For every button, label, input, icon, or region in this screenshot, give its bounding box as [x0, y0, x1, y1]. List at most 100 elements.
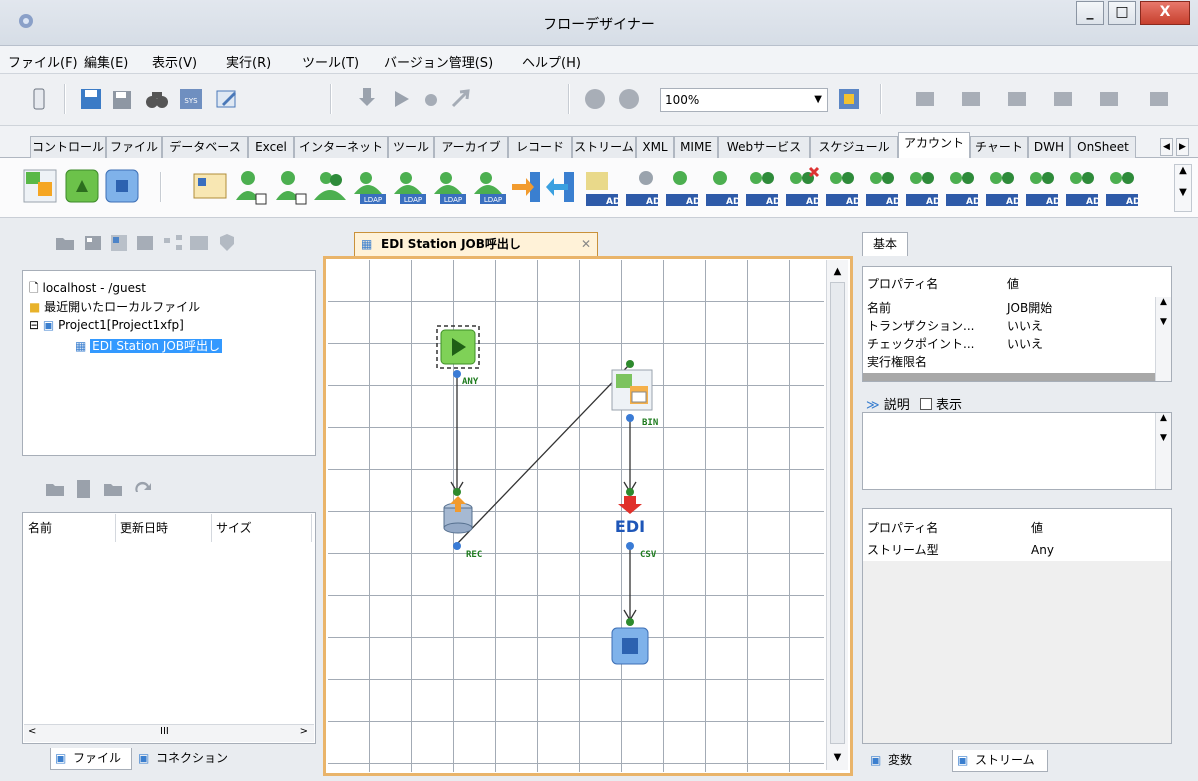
stream-row[interactable]: ストリーム型 Any	[863, 541, 1155, 559]
close-tab-icon[interactable]: ✕	[581, 233, 591, 255]
project-icon[interactable]	[82, 232, 104, 254]
back-icon[interactable]	[582, 86, 608, 112]
align-center-icon[interactable]	[958, 86, 984, 112]
tab-internet[interactable]: インターネット	[294, 136, 388, 158]
palette-scroll[interactable]: ▲ ▼	[1174, 164, 1192, 212]
folder-export-icon[interactable]	[102, 478, 124, 500]
table-tool-icon[interactable]	[188, 232, 210, 254]
ad-members-icon[interactable]: AD	[942, 164, 982, 210]
tree-flow[interactable]: ▦ EDI Station JOB呼出し	[75, 337, 223, 354]
db-read-node[interactable]	[436, 494, 480, 538]
align-left-icon[interactable]	[912, 86, 938, 112]
minimize-button[interactable]: _	[1076, 1, 1104, 25]
end-palette-icon[interactable]	[102, 164, 142, 210]
property-row[interactable]: 実行権限名	[863, 353, 1155, 371]
maximize-button[interactable]: □	[1108, 1, 1136, 25]
user-key-icon[interactable]	[270, 164, 310, 210]
tab-webservice[interactable]: Webサービス	[718, 136, 810, 158]
column-modified[interactable]: 更新日時	[116, 514, 212, 542]
system-icon[interactable]: SYS	[178, 86, 204, 112]
ad-group-new-icon[interactable]: AD	[862, 164, 902, 210]
end-node[interactable]	[608, 624, 652, 668]
tree-recent[interactable]: ■ 最近開いたローカルファイル	[29, 298, 200, 315]
tab-xml[interactable]: XML	[636, 136, 674, 158]
editor-tab[interactable]: ▦ EDI Station JOB呼出し ✕	[354, 232, 598, 256]
tab-scroll-left[interactable]: ◀	[1160, 138, 1173, 156]
tab-file[interactable]: ファイル	[106, 136, 162, 158]
close-button[interactable]: X	[1140, 1, 1190, 25]
property-row[interactable]: チェックポイント... いいえ	[863, 335, 1155, 353]
menu-edit[interactable]: 編集(E)	[84, 52, 128, 71]
ad-user-icon[interactable]: AD	[582, 164, 622, 210]
ad-user-new-icon[interactable]: AD	[662, 164, 702, 210]
tab-connection[interactable]: ▣ コネクション	[134, 748, 230, 770]
save-as-icon[interactable]	[110, 86, 136, 112]
folder-open-icon[interactable]	[44, 478, 66, 500]
tab-control[interactable]: コントロール	[30, 136, 106, 158]
ad-group-modify-icon[interactable]: AD	[1022, 164, 1062, 210]
tab-database[interactable]: データベース	[162, 136, 248, 158]
tab-excel[interactable]: Excel	[248, 136, 294, 158]
flow-icon[interactable]	[108, 232, 130, 254]
play-icon[interactable]	[388, 86, 414, 112]
tab-account[interactable]: アカウント	[898, 132, 970, 159]
menu-file[interactable]: ファイル(F)	[8, 52, 78, 71]
ad-group-star-icon[interactable]: AD	[982, 164, 1022, 210]
expand-icon[interactable]: ≫	[866, 398, 880, 413]
ad-group-all-icon[interactable]: AD	[1102, 164, 1142, 210]
property-row[interactable]: トランザクション... いいえ	[863, 317, 1155, 335]
property-row[interactable]: 名前 JOB開始	[863, 299, 1155, 317]
canvas-vscroll[interactable]: ▲ ▼	[826, 260, 848, 770]
description-area[interactable]: ▲ ▼	[862, 412, 1172, 490]
ad-group-delete-icon[interactable]: AD	[782, 164, 822, 210]
tab-stream-props[interactable]: ▣ ストリーム	[952, 750, 1048, 772]
property-vscroll[interactable]: ▲ ▼	[1155, 297, 1171, 381]
tab-files[interactable]: ▣ ファイル	[50, 748, 132, 770]
debug-icon[interactable]	[418, 86, 444, 112]
column-size[interactable]: サイズ	[212, 514, 312, 542]
mapper-tool-icon[interactable]	[134, 232, 156, 254]
menu-help[interactable]: ヘルプ(H)	[522, 52, 581, 71]
ad-key-icon[interactable]: AD	[622, 164, 662, 210]
tab-stream[interactable]: ストリーム	[572, 136, 636, 158]
tab-basic[interactable]: 基本	[862, 232, 908, 256]
align-top-icon[interactable]	[1050, 86, 1076, 112]
account-card-icon[interactable]	[190, 164, 230, 210]
save-icon[interactable]	[78, 86, 104, 112]
hierarchy-icon[interactable]	[162, 232, 184, 254]
find-icon[interactable]	[144, 86, 170, 112]
new-icon[interactable]	[26, 86, 52, 112]
ldap-search-icon[interactable]: LDAP	[390, 164, 430, 210]
menu-view[interactable]: 表示(V)	[152, 52, 197, 71]
tree-project[interactable]: ⊟ ▣ Project1[Project1xfp]	[29, 318, 184, 332]
users-import-icon[interactable]	[310, 164, 350, 210]
edit-icon[interactable]	[214, 86, 240, 112]
tab-chart[interactable]: チャート	[970, 136, 1028, 158]
tab-mime[interactable]: MIME	[674, 136, 718, 158]
tab-onsheet[interactable]: OnSheet	[1070, 136, 1136, 158]
fit-icon[interactable]	[836, 86, 862, 112]
breakpoint-icon[interactable]	[448, 86, 474, 112]
tab-tool[interactable]: ツール	[388, 136, 434, 158]
tab-archive[interactable]: アーカイブ	[434, 136, 508, 158]
ad-group-user-icon[interactable]: AD	[1062, 164, 1102, 210]
zoom-select[interactable]: 100% ▼	[660, 88, 828, 112]
ad-group-edit-icon[interactable]: AD	[902, 164, 942, 210]
start-palette-icon[interactable]	[62, 164, 102, 210]
open-folder-icon[interactable]	[54, 232, 76, 254]
tab-record[interactable]: レコード	[508, 136, 572, 158]
forward-icon[interactable]	[616, 86, 642, 112]
menu-version-control[interactable]: バージョン管理(S)	[384, 52, 493, 71]
start-node[interactable]	[435, 324, 481, 370]
ad-user-edit-icon[interactable]: AD	[702, 164, 742, 210]
menu-run[interactable]: 実行(R)	[226, 52, 271, 71]
mapper-node[interactable]	[610, 368, 654, 412]
mapper-palette-icon[interactable]	[20, 164, 60, 210]
user-check-icon[interactable]	[230, 164, 270, 210]
ldap-delete-icon[interactable]: LDAP	[470, 164, 510, 210]
ad-group-search-icon[interactable]: AD	[822, 164, 862, 210]
refresh-icon[interactable]	[132, 478, 154, 500]
ldap-add-icon[interactable]: LDAP	[350, 164, 390, 210]
menu-tools[interactable]: ツール(T)	[302, 52, 359, 71]
file-list-hscroll[interactable]: < III >	[24, 724, 314, 742]
